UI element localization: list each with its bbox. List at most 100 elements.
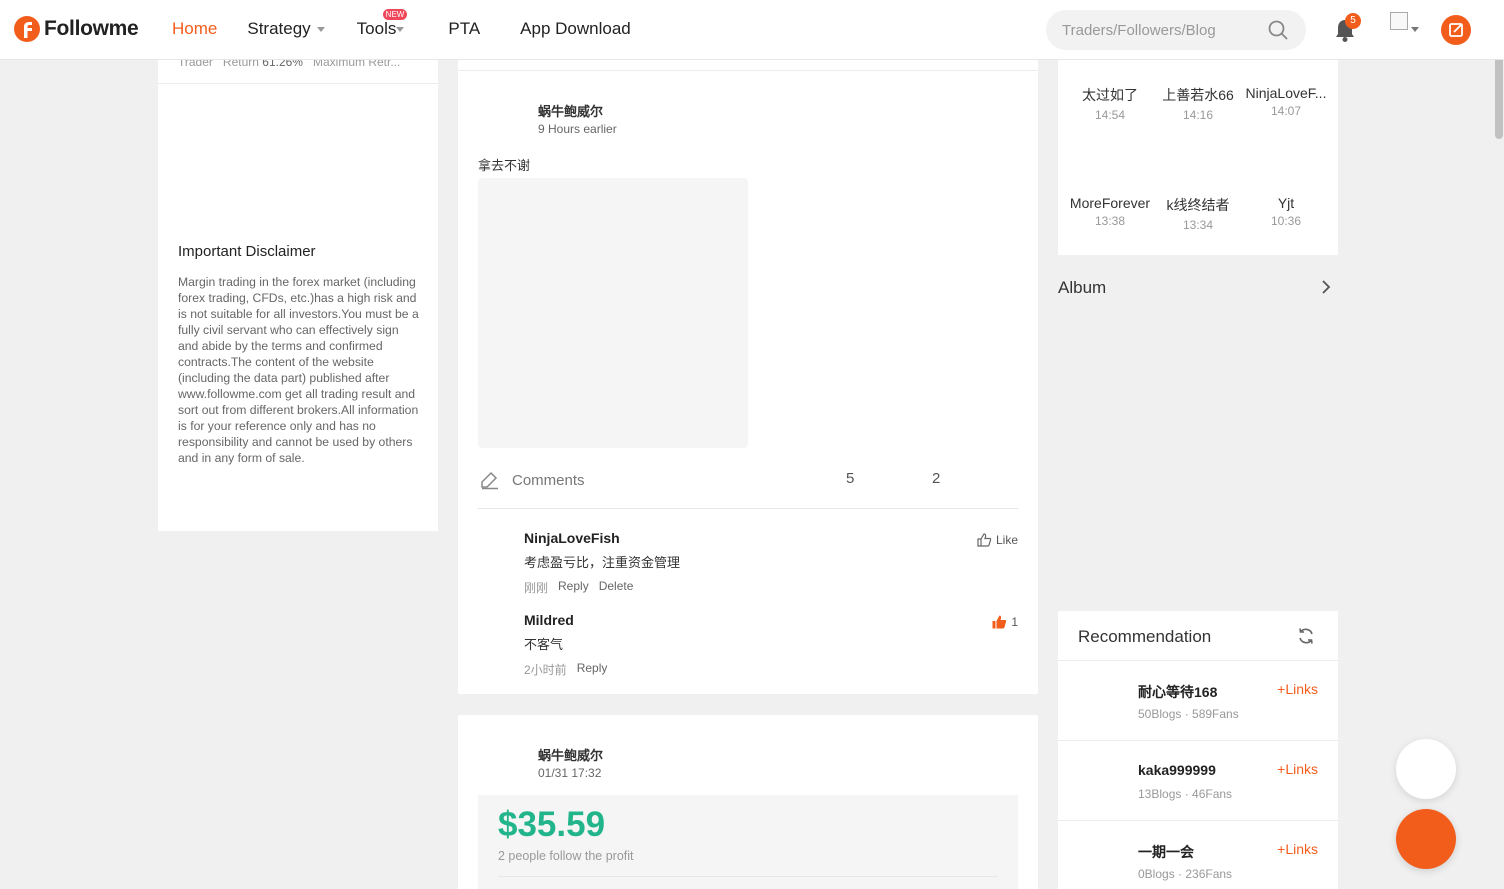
nav-app-download[interactable]: App Download bbox=[520, 19, 631, 39]
chevron-down-icon[interactable] bbox=[1411, 27, 1419, 32]
nav-strategy-label: Strategy bbox=[247, 19, 311, 38]
recommendation-title: Recommendation bbox=[1078, 627, 1212, 646]
visitor-name: Yjt bbox=[1277, 195, 1295, 211]
nav-strategy[interactable]: Strategy bbox=[247, 19, 325, 39]
divider bbox=[458, 70, 1038, 71]
comment-time: 2小时前 bbox=[524, 663, 567, 677]
write-post-button[interactable] bbox=[1441, 15, 1471, 45]
author-avatar[interactable] bbox=[478, 740, 522, 784]
visitor-name: MoreForever bbox=[1069, 195, 1151, 211]
profit-card[interactable]: $35.59 2 people follow the profit bbox=[478, 795, 1018, 889]
comment-meta: 2小时前 Reply bbox=[524, 661, 1018, 678]
visitor-item[interactable]: 太过如了 14:54 bbox=[1066, 85, 1154, 122]
divider bbox=[498, 876, 998, 877]
comment-author[interactable]: NinjaLoveFish bbox=[524, 530, 1018, 546]
comments-button[interactable]: Comments bbox=[512, 472, 585, 489]
nav-pta[interactable]: PTA bbox=[448, 19, 480, 39]
recent-visitors-card: 太过如了 14:54 上善若水66 14:16 NinjaLoveF... 14… bbox=[1058, 60, 1338, 255]
visitor-name: k线终结者 bbox=[1166, 197, 1230, 213]
profit-subtitle: 2 people follow the profit bbox=[498, 849, 634, 863]
reply-button[interactable]: Reply bbox=[558, 579, 589, 596]
visitor-item[interactable]: NinjaLoveF... 14:07 bbox=[1242, 85, 1330, 118]
left-sidebar-card: Trader Return 61.26% Maximum Retr... Imp… bbox=[158, 55, 438, 531]
recommended-user-stats: 13Blogs · 46Fans bbox=[1138, 787, 1233, 801]
author-avatar[interactable] bbox=[478, 96, 522, 140]
album-title[interactable]: Album bbox=[1058, 278, 1106, 298]
recommendation-item: 耐心等待168 50Blogs · 589Fans +Links bbox=[1058, 661, 1338, 741]
recommended-user-name[interactable]: 耐心等待168 bbox=[1138, 682, 1217, 702]
comment-item: Mildred 不客气 2小时前 Reply 1 bbox=[524, 612, 1018, 678]
nav-pta-label: PTA bbox=[448, 19, 481, 38]
post-text: 拿去不谢 bbox=[478, 158, 531, 173]
thumbs-up-filled-icon bbox=[992, 615, 1007, 629]
recommendation-item: 一期一会 0Blogs · 236Fans +Links bbox=[1058, 821, 1338, 889]
recommended-user-stats: 0Blogs · 236Fans bbox=[1138, 867, 1233, 881]
logo-text: Followme bbox=[44, 17, 139, 40]
divider bbox=[158, 83, 438, 84]
main-nav: Home Strategy Tools NEW PTA App Download bbox=[172, 9, 631, 39]
search-icon[interactable] bbox=[1268, 20, 1288, 40]
visitor-time: 10:36 bbox=[1270, 214, 1302, 228]
visitor-name: NinjaLoveF... bbox=[1245, 85, 1327, 101]
visitor-item[interactable]: Yjt 10:36 bbox=[1242, 195, 1330, 228]
user-avatar[interactable] bbox=[1390, 12, 1408, 30]
follow-link-button[interactable]: +Links bbox=[1277, 681, 1318, 697]
recommendation-item: kaka999999 13Blogs · 46Fans +Links bbox=[1058, 741, 1338, 821]
back-to-top-button[interactable] bbox=[1396, 739, 1456, 799]
thumbs-up-icon bbox=[977, 533, 992, 547]
like-button[interactable]: Like bbox=[976, 532, 1018, 548]
visitor-item[interactable]: k线终结者 13:34 bbox=[1154, 195, 1242, 232]
new-badge: NEW bbox=[382, 9, 408, 20]
search-box bbox=[1046, 10, 1306, 50]
visitor-name: 上善若水66 bbox=[1162, 87, 1234, 103]
recommended-user-name[interactable]: kaka999999 bbox=[1138, 762, 1216, 778]
post-card: 蜗牛鲍威尔 9 Hours earlier 拿去不谢 Comments 5 2 … bbox=[458, 60, 1038, 694]
reply-button[interactable]: Reply bbox=[577, 661, 608, 678]
visitor-time: 13:38 bbox=[1094, 214, 1126, 228]
visitor-time: 14:16 bbox=[1182, 108, 1214, 122]
profit-value: $35.59 bbox=[498, 805, 606, 844]
like-button[interactable]: 1 bbox=[991, 614, 1018, 630]
like-label: Like bbox=[995, 533, 1018, 547]
followme-logo[interactable]: Followme bbox=[14, 14, 139, 44]
like-count: 1 bbox=[1011, 615, 1018, 629]
edit-icon bbox=[1449, 23, 1463, 37]
disclaimer-text: Margin trading in the forex market (incl… bbox=[178, 275, 419, 465]
visitor-name: 太过如了 bbox=[1082, 87, 1138, 103]
notification-badge: 5 bbox=[1345, 13, 1361, 29]
recommendation-card: Recommendation 耐心等待168 50Blogs · 589Fans… bbox=[1058, 611, 1338, 889]
post-author[interactable]: 蜗牛鲍威尔 bbox=[538, 745, 603, 764]
nav-tools[interactable]: Tools NEW bbox=[356, 9, 408, 39]
visitor-item[interactable]: MoreForever 13:38 bbox=[1066, 195, 1154, 228]
recommended-user-name[interactable]: 一期一会 bbox=[1138, 842, 1194, 862]
delete-button[interactable]: Delete bbox=[599, 579, 634, 596]
comment-text: 考虑盈亏比，注重资金管理 bbox=[524, 555, 681, 570]
disclaimer-title: Important Disclaimer bbox=[178, 243, 316, 260]
search-input[interactable] bbox=[1062, 10, 1262, 50]
post-author[interactable]: 蜗牛鲍威尔 bbox=[538, 101, 603, 120]
floating-action-button[interactable] bbox=[1396, 809, 1456, 869]
post-card: 蜗牛鲍威尔 01/31 17:32 $35.59 2 people follow… bbox=[458, 715, 1038, 889]
comment-count[interactable]: 5 bbox=[846, 470, 854, 487]
refresh-icon[interactable] bbox=[1296, 626, 1316, 646]
post-time: 9 Hours earlier bbox=[538, 122, 617, 136]
comment-item: NinjaLoveFish 考虑盈亏比，注重资金管理 刚刚 Reply Dele… bbox=[524, 530, 1018, 596]
chevron-right-icon[interactable] bbox=[1320, 279, 1332, 295]
comment-edit-icon[interactable] bbox=[480, 470, 500, 490]
comment-meta: 刚刚 Reply Delete bbox=[524, 579, 1018, 596]
comment-author[interactable]: Mildred bbox=[524, 612, 1018, 628]
like-count[interactable]: 2 bbox=[932, 470, 940, 487]
nav-home[interactable]: Home bbox=[172, 19, 217, 39]
nav-tools-label: Tools bbox=[356, 19, 397, 38]
comment-text: 不客气 bbox=[524, 637, 564, 652]
logo-icon bbox=[14, 16, 40, 42]
visitor-item[interactable]: 上善若水66 14:16 bbox=[1154, 85, 1242, 122]
nav-app-download-label: App Download bbox=[520, 19, 631, 38]
visitor-time: 14:07 bbox=[1270, 104, 1302, 118]
post-image[interactable] bbox=[478, 178, 748, 448]
visitor-time: 13:34 bbox=[1182, 218, 1214, 232]
post-time: 01/31 17:32 bbox=[538, 766, 602, 780]
nav-home-label: Home bbox=[172, 19, 218, 38]
follow-link-button[interactable]: +Links bbox=[1277, 841, 1318, 857]
follow-link-button[interactable]: +Links bbox=[1277, 761, 1318, 777]
